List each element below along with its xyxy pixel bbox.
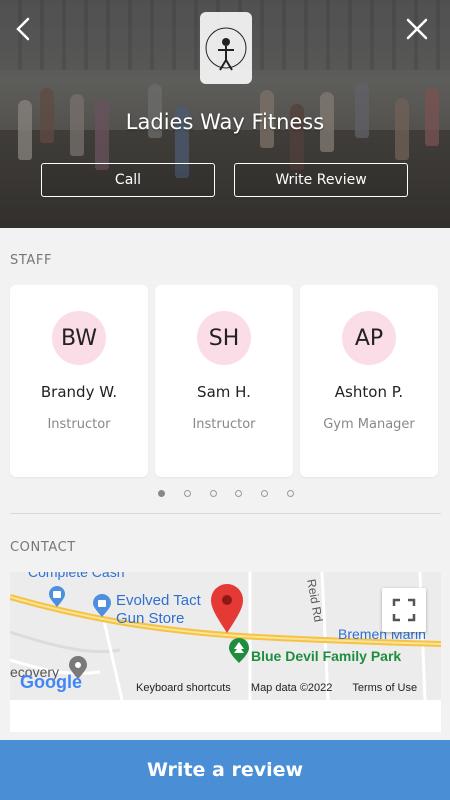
pager-dot[interactable] (286, 490, 294, 497)
contact-section-label: CONTACT (10, 540, 76, 555)
close-icon[interactable] (402, 14, 432, 44)
staff-card[interactable]: SH Sam H. Instructor (155, 285, 293, 477)
pager-dot[interactable] (183, 490, 191, 497)
staff-name: Sam H. (197, 383, 251, 401)
shopping-bag-icon (48, 586, 66, 608)
map-attribution: Keyboard shortcuts Map data ©2022 Terms … (136, 682, 417, 694)
hero-banner: Ladies Way Fitness Call Write Review (0, 0, 450, 228)
fullscreen-icon[interactable] (382, 588, 426, 632)
pager-dot[interactable] (261, 490, 269, 497)
call-button[interactable]: Call (41, 163, 215, 197)
business-detail-screen: Ladies Way Fitness Call Write Review STA… (0, 0, 450, 800)
location-map[interactable]: Complete Cash Evolved Tact Gun Store Rei… (10, 572, 441, 700)
write-review-button[interactable]: Write Review (234, 163, 408, 197)
map-label: Complete Cash (28, 572, 125, 580)
avatar: SH (197, 311, 251, 365)
park-tree-icon (228, 638, 250, 664)
pager-dot[interactable] (235, 490, 243, 497)
staff-card[interactable]: AP Ashton P. Gym Manager (300, 285, 438, 477)
map-label: Gun Store (116, 610, 185, 627)
location-pin-icon[interactable] (210, 584, 244, 634)
avatar: BW (52, 311, 106, 365)
staff-section-label: STAFF (10, 253, 53, 268)
staff-card[interactable]: BW Brandy W. Instructor (10, 285, 148, 477)
write-a-review-button[interactable]: Write a review (0, 740, 450, 800)
staff-role: Instructor (192, 417, 256, 432)
shopping-bag-icon (92, 594, 112, 618)
back-chevron-icon[interactable] (10, 14, 38, 44)
map-label: Evolved Tact (116, 592, 201, 609)
staff-role: Instructor (47, 417, 111, 432)
terms-of-use-link[interactable]: Terms of Use (352, 682, 417, 694)
staff-role: Gym Manager (323, 417, 415, 432)
google-logo: Google (20, 672, 82, 692)
map-label: Blue Devil Family Park (251, 648, 402, 664)
avatar: AP (342, 311, 396, 365)
staff-carousel-pager (158, 490, 294, 498)
pager-dot[interactable] (158, 490, 165, 497)
business-name: Ladies Way Fitness (125, 110, 325, 134)
map-data-text: Map data ©2022 (250, 682, 333, 694)
gym-logo (200, 12, 252, 84)
pager-dot[interactable] (209, 490, 217, 497)
keyboard-shortcuts-link[interactable]: Keyboard shortcuts (136, 682, 231, 694)
staff-name: Brandy W. (40, 383, 118, 401)
section-divider (10, 513, 441, 514)
staff-name: Ashton P. (334, 383, 404, 401)
